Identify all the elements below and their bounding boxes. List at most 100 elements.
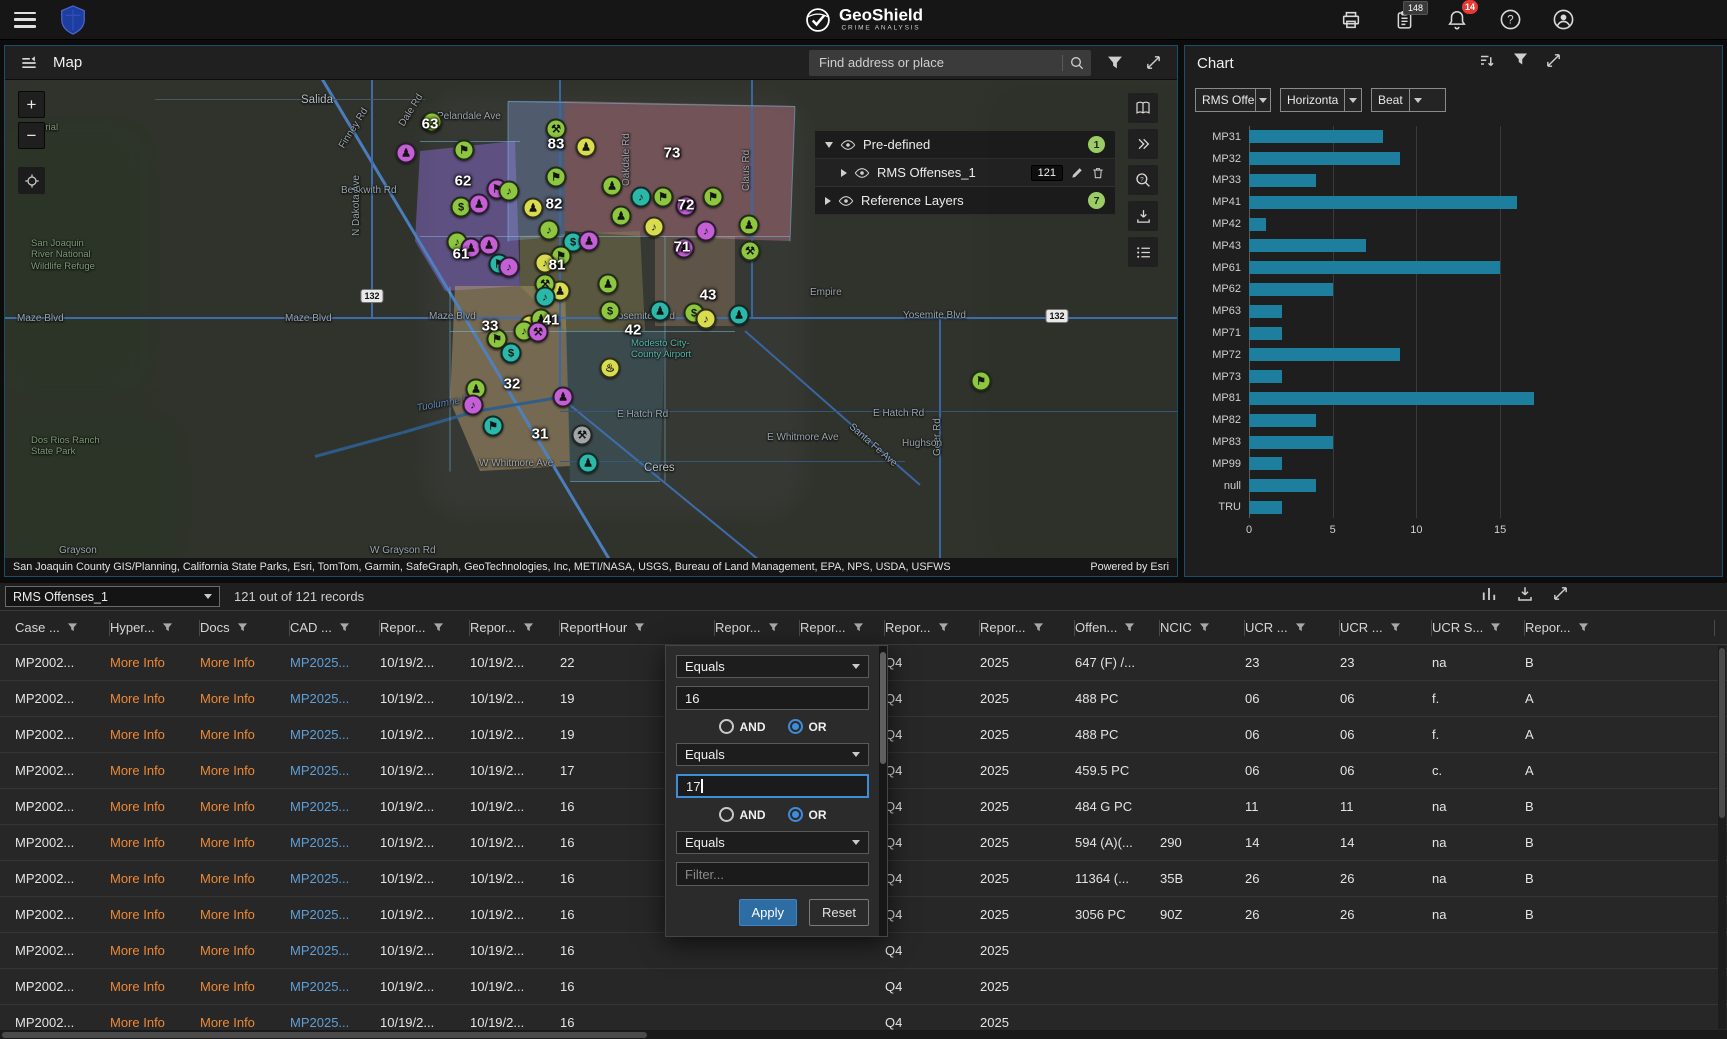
filter-value-input-1[interactable]: 16 xyxy=(676,686,869,710)
crime-marker-person[interactable]: ♟ xyxy=(728,304,750,326)
chart-orientation-select[interactable]: Horizonta xyxy=(1280,88,1362,112)
table-cell[interactable]: More Info xyxy=(200,799,290,814)
eye-icon[interactable] xyxy=(840,139,856,151)
crime-marker-person[interactable]: ♟ xyxy=(468,193,490,215)
column-header[interactable]: Repor... xyxy=(715,619,800,636)
crime-marker-person[interactable]: ♟ xyxy=(578,230,600,252)
crime-marker-flag[interactable]: ⚑ xyxy=(482,415,504,437)
caret-down-icon[interactable] xyxy=(825,141,833,148)
chart-bar[interactable] xyxy=(1249,326,1283,340)
and-radio-2[interactable]: AND xyxy=(718,807,766,822)
crime-marker-flag[interactable]: ⚑ xyxy=(652,186,674,208)
table-cell[interactable]: More Info xyxy=(110,835,200,850)
crime-marker-note[interactable]: ♪ xyxy=(695,220,717,242)
or-radio-2[interactable]: OR xyxy=(787,807,827,822)
column-header[interactable]: Repor... xyxy=(380,619,470,636)
and-radio-1[interactable]: AND xyxy=(718,719,766,734)
chart-bar[interactable] xyxy=(1249,304,1283,318)
filter-funnel-icon[interactable] xyxy=(67,622,78,633)
chart-sort-icon[interactable] xyxy=(1478,52,1496,75)
table-cell[interactable]: MP2025... xyxy=(290,655,380,670)
map-expand-icon[interactable] xyxy=(1139,50,1167,76)
account-button[interactable] xyxy=(1551,8,1575,32)
filter-value-input-2[interactable]: 17 xyxy=(676,774,869,798)
chart-bar[interactable] xyxy=(1249,217,1266,231)
chart-expand-icon[interactable] xyxy=(1545,52,1562,75)
crime-marker-note[interactable]: ♪ xyxy=(538,219,560,241)
crime-marker-money[interactable]: $ xyxy=(599,300,621,322)
filter-funnel-icon[interactable] xyxy=(1199,622,1210,633)
filter-funnel-icon[interactable] xyxy=(433,622,444,633)
chart-bar[interactable] xyxy=(1249,391,1534,405)
crime-marker-note[interactable]: ♪ xyxy=(498,256,520,278)
table-cell[interactable]: More Info xyxy=(110,943,200,958)
layer-group-reference[interactable]: Reference Layers 7 xyxy=(815,187,1115,215)
chart-bar[interactable] xyxy=(1249,348,1400,362)
crime-marker-note[interactable]: ♪ xyxy=(498,180,520,202)
filter-funnel-icon[interactable] xyxy=(237,622,248,633)
crime-marker-note[interactable]: ♪ xyxy=(630,186,652,208)
reset-button[interactable]: Reset xyxy=(809,899,869,926)
crime-marker-note[interactable]: ♪ xyxy=(534,286,556,308)
chart-field-select[interactable]: Beat xyxy=(1371,88,1446,112)
filter-funnel-icon[interactable] xyxy=(938,622,949,633)
layer-item-rms-offenses[interactable]: RMS Offenses_1 121 xyxy=(815,159,1115,187)
legend-toggle-icon[interactable] xyxy=(15,50,43,76)
crime-marker-person[interactable]: ♟ xyxy=(577,452,599,474)
crime-marker-person[interactable]: ♟ xyxy=(610,205,632,227)
filter-funnel-icon[interactable] xyxy=(768,622,779,633)
table-cell[interactable]: More Info xyxy=(200,979,290,994)
table-cell[interactable]: More Info xyxy=(200,763,290,778)
chart-bar[interactable] xyxy=(1249,239,1367,253)
column-header[interactable]: CAD ... xyxy=(290,619,380,636)
crime-marker-flag[interactable]: ⚑ xyxy=(453,139,475,161)
table-cell[interactable]: More Info xyxy=(110,691,200,706)
reports-button[interactable]: 148 xyxy=(1392,0,1428,32)
table-cell[interactable]: MP2025... xyxy=(290,979,380,994)
column-header[interactable]: UCR S... xyxy=(1432,619,1525,636)
table-vertical-scrollbar[interactable] xyxy=(1718,646,1726,1029)
table-vertical-scrollbar-thumb[interactable] xyxy=(1719,648,1725,818)
table-cell[interactable]: More Info xyxy=(200,691,290,706)
crime-marker-person[interactable]: ♟ xyxy=(552,386,574,408)
column-header[interactable]: Repor... xyxy=(885,619,980,636)
chart-bar[interactable] xyxy=(1249,435,1333,449)
table-cell[interactable]: More Info xyxy=(110,871,200,886)
filter-funnel-icon[interactable] xyxy=(339,622,350,633)
table-cell[interactable]: More Info xyxy=(200,907,290,922)
menu-icon[interactable] xyxy=(14,11,36,28)
identify-button[interactable]: ? xyxy=(1128,165,1158,195)
crime-marker-person[interactable]: ♟ xyxy=(478,234,500,256)
table-columns-icon[interactable] xyxy=(1480,585,1498,608)
chart-bar[interactable] xyxy=(1249,370,1283,384)
table-row[interactable]: MP2002... More Info More Info MP2025... 10/1… xyxy=(0,933,1727,969)
filter-funnel-icon[interactable] xyxy=(162,622,173,633)
filter-operator-select-1[interactable]: Equals xyxy=(676,655,869,678)
chart-bar[interactable] xyxy=(1249,413,1316,427)
crime-marker-person[interactable]: ♟ xyxy=(597,273,619,295)
chart-bar[interactable] xyxy=(1249,173,1316,187)
caret-right-icon[interactable] xyxy=(825,196,831,205)
filter-funnel-icon[interactable] xyxy=(1124,622,1135,633)
table-cell[interactable]: More Info xyxy=(200,943,290,958)
table-cell[interactable]: MP2025... xyxy=(290,835,380,850)
chart-layer-select[interactable]: RMS Offe xyxy=(1195,88,1271,112)
chart-bar[interactable] xyxy=(1249,500,1283,514)
map-canvas[interactable]: + − Pre-defined 1 RMS Offenses_1 121 Ref… xyxy=(5,80,1177,558)
powered-by-esri[interactable]: Powered by Esri xyxy=(1090,561,1169,573)
chart-bar[interactable] xyxy=(1249,261,1501,275)
table-download-icon[interactable] xyxy=(1516,585,1534,608)
filter-funnel-icon[interactable] xyxy=(1295,622,1306,633)
table-cell[interactable]: MP2025... xyxy=(290,871,380,886)
beat-polygon[interactable] xyxy=(565,101,795,241)
print-button[interactable] xyxy=(1339,8,1363,32)
edit-pencil-icon[interactable] xyxy=(1070,166,1084,180)
crime-marker-tool[interactable]: ⚒ xyxy=(571,424,593,446)
crime-marker-flag[interactable]: ⚑ xyxy=(545,166,567,188)
crime-marker-flag[interactable]: ⚑ xyxy=(702,186,724,208)
filter-funnel-icon[interactable] xyxy=(1390,622,1401,633)
or-radio-1[interactable]: OR xyxy=(787,719,827,734)
chart-bar[interactable] xyxy=(1249,479,1316,493)
column-header[interactable]: Repor... xyxy=(1525,619,1715,636)
filter-operator-select-3[interactable]: Equals xyxy=(676,831,869,854)
